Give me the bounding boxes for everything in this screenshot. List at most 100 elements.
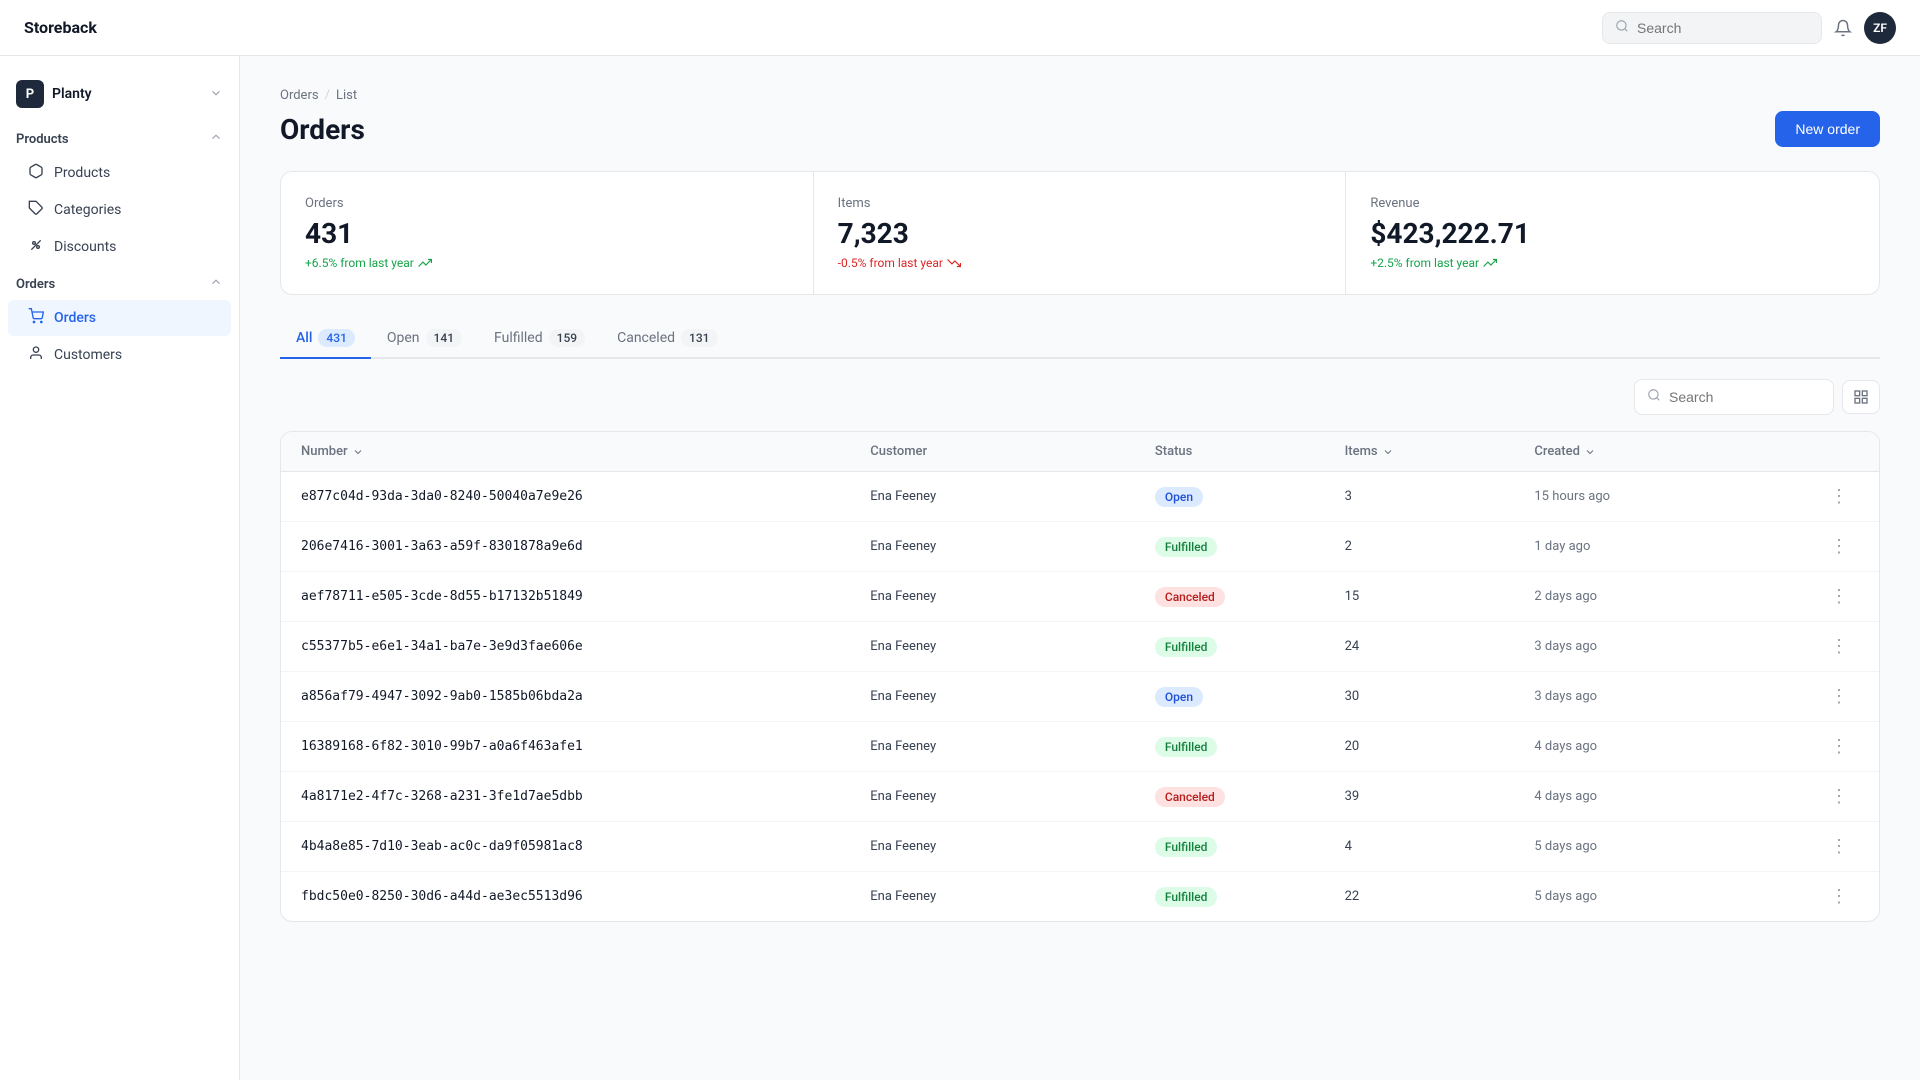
stat-revenue-label: Revenue xyxy=(1370,196,1855,211)
order-id: aef78711-e505-3cde-8d55-b17132b51849 xyxy=(301,589,870,604)
sidebar-section-orders-title: Orders xyxy=(16,277,55,292)
tab-open-badge: 141 xyxy=(426,329,462,347)
items-count: 15 xyxy=(1345,589,1535,604)
table-search-input[interactable] xyxy=(1669,389,1821,405)
sidebar-item-categories[interactable]: Categories xyxy=(8,192,231,228)
columns-button[interactable] xyxy=(1842,380,1880,414)
tab-all-label: All xyxy=(296,330,312,346)
order-id: 16389168-6f82-3010-99b7-a0a6f463afe1 xyxy=(301,739,870,754)
store-selector[interactable]: P Planty xyxy=(0,72,239,116)
new-order-button[interactable]: New order xyxy=(1775,111,1880,147)
sidebar-section-products-header[interactable]: Products xyxy=(0,124,239,154)
stat-items-change: -0.5% from last year xyxy=(838,256,1322,270)
tab-open[interactable]: Open 141 xyxy=(371,319,478,359)
status-cell: Fulfilled xyxy=(1155,737,1345,757)
table-header: Number Customer Status Items Created xyxy=(281,432,1879,472)
table-row: 4b4a8e85-7d10-3eab-ac0c-da9f05981ac8 Ena… xyxy=(281,822,1879,872)
created-ago: 15 hours ago xyxy=(1534,489,1819,504)
status-cell: Fulfilled xyxy=(1155,837,1345,857)
status-badge: Fulfilled xyxy=(1155,537,1218,557)
tab-all[interactable]: All 431 xyxy=(280,319,371,359)
breadcrumb-separator: / xyxy=(325,88,330,103)
breadcrumb-orders: Orders xyxy=(280,88,319,103)
created-ago: 3 days ago xyxy=(1534,639,1819,654)
status-badge: Fulfilled xyxy=(1155,637,1218,657)
sidebar: P Planty Products xyxy=(0,56,240,1080)
customer-name: Ena Feeney xyxy=(870,689,1155,704)
status-badge: Fulfilled xyxy=(1155,737,1218,757)
row-menu-button[interactable]: ⋮ xyxy=(1819,636,1859,657)
notification-button[interactable] xyxy=(1834,19,1852,37)
items-count: 39 xyxy=(1345,789,1535,804)
sidebar-section-orders-header[interactable]: Orders xyxy=(0,269,239,299)
sidebar-item-orders[interactable]: Orders xyxy=(8,300,231,336)
status-cell: Canceled xyxy=(1155,587,1345,607)
row-menu-button[interactable]: ⋮ xyxy=(1819,586,1859,607)
sidebar-item-categories-label: Categories xyxy=(54,202,121,218)
global-search-input[interactable] xyxy=(1637,20,1809,36)
sidebar-item-products[interactable]: Products xyxy=(8,155,231,191)
customer-name: Ena Feeney xyxy=(870,589,1155,604)
stat-revenue-value: $423,222.71 xyxy=(1370,217,1855,250)
status-cell: Fulfilled xyxy=(1155,887,1345,907)
tab-fulfilled-badge: 159 xyxy=(549,329,585,347)
chevron-down-icon xyxy=(209,86,223,103)
col-customer[interactable]: Customer xyxy=(870,444,1155,459)
global-search[interactable] xyxy=(1602,12,1822,44)
tab-fulfilled-label: Fulfilled xyxy=(494,330,543,346)
top-bar-left: Storeback xyxy=(24,18,97,37)
created-ago: 5 days ago xyxy=(1534,889,1819,904)
sidebar-item-discounts[interactable]: Discounts xyxy=(8,229,231,265)
col-created[interactable]: Created xyxy=(1534,444,1819,459)
table-row: 16389168-6f82-3010-99b7-a0a6f463afe1 Ena… xyxy=(281,722,1879,772)
page-title: Orders xyxy=(280,113,365,146)
row-menu-button[interactable]: ⋮ xyxy=(1819,786,1859,807)
table-search[interactable] xyxy=(1634,379,1834,415)
search-icon xyxy=(1615,19,1629,37)
customer-name: Ena Feeney xyxy=(870,739,1155,754)
row-menu-button[interactable]: ⋮ xyxy=(1819,486,1859,507)
items-count: 24 xyxy=(1345,639,1535,654)
created-ago: 4 days ago xyxy=(1534,789,1819,804)
sidebar-item-customers[interactable]: Customers xyxy=(8,337,231,373)
stat-orders-value: 431 xyxy=(305,217,789,250)
app-logo: Storeback xyxy=(24,18,97,37)
col-items[interactable]: Items xyxy=(1345,444,1535,459)
page-header: Orders New order xyxy=(280,111,1880,147)
orders-table: Number Customer Status Items Created xyxy=(280,431,1880,922)
stat-revenue-change: +2.5% from last year xyxy=(1370,256,1855,270)
tab-open-label: Open xyxy=(387,330,420,346)
order-id: 206e7416-3001-3a63-a59f-8301878a9e6d xyxy=(301,539,870,554)
col-number[interactable]: Number xyxy=(301,444,870,459)
col-status[interactable]: Status xyxy=(1155,444,1345,459)
tab-canceled-badge: 131 xyxy=(681,329,717,347)
order-id: fbdc50e0-8250-30d6-a44d-ae3ec5513d96 xyxy=(301,889,870,904)
items-count: 4 xyxy=(1345,839,1535,854)
created-ago: 5 days ago xyxy=(1534,839,1819,854)
status-badge: Open xyxy=(1155,487,1203,507)
stat-revenue: Revenue $423,222.71 +2.5% from last year xyxy=(1346,172,1879,294)
orders-icon xyxy=(28,308,44,328)
order-id: 4a8171e2-4f7c-3268-a231-3fe1d7ae5dbb xyxy=(301,789,870,804)
table-toolbar xyxy=(280,379,1880,415)
row-menu-button[interactable]: ⋮ xyxy=(1819,886,1859,907)
stat-orders-label: Orders xyxy=(305,196,789,211)
stat-items-label: Items xyxy=(838,196,1322,211)
sidebar-item-discounts-label: Discounts xyxy=(54,239,116,255)
created-ago: 2 days ago xyxy=(1534,589,1819,604)
customer-name: Ena Feeney xyxy=(870,539,1155,554)
row-menu-button[interactable]: ⋮ xyxy=(1819,686,1859,707)
top-bar-right: ZF xyxy=(1602,12,1896,44)
table-row: 206e7416-3001-3a63-a59f-8301878a9e6d Ena… xyxy=(281,522,1879,572)
sidebar-section-products-title: Products xyxy=(16,132,69,147)
breadcrumb: Orders / List xyxy=(280,88,1880,103)
stat-orders: Orders 431 +6.5% from last year xyxy=(281,172,814,294)
tab-fulfilled[interactable]: Fulfilled 159 xyxy=(478,319,601,359)
customers-icon xyxy=(28,345,44,365)
row-menu-button[interactable]: ⋮ xyxy=(1819,736,1859,757)
store-name: Planty xyxy=(52,86,92,102)
tab-canceled[interactable]: Canceled 131 xyxy=(601,319,733,359)
row-menu-button[interactable]: ⋮ xyxy=(1819,836,1859,857)
avatar[interactable]: ZF xyxy=(1864,12,1896,44)
row-menu-button[interactable]: ⋮ xyxy=(1819,536,1859,557)
